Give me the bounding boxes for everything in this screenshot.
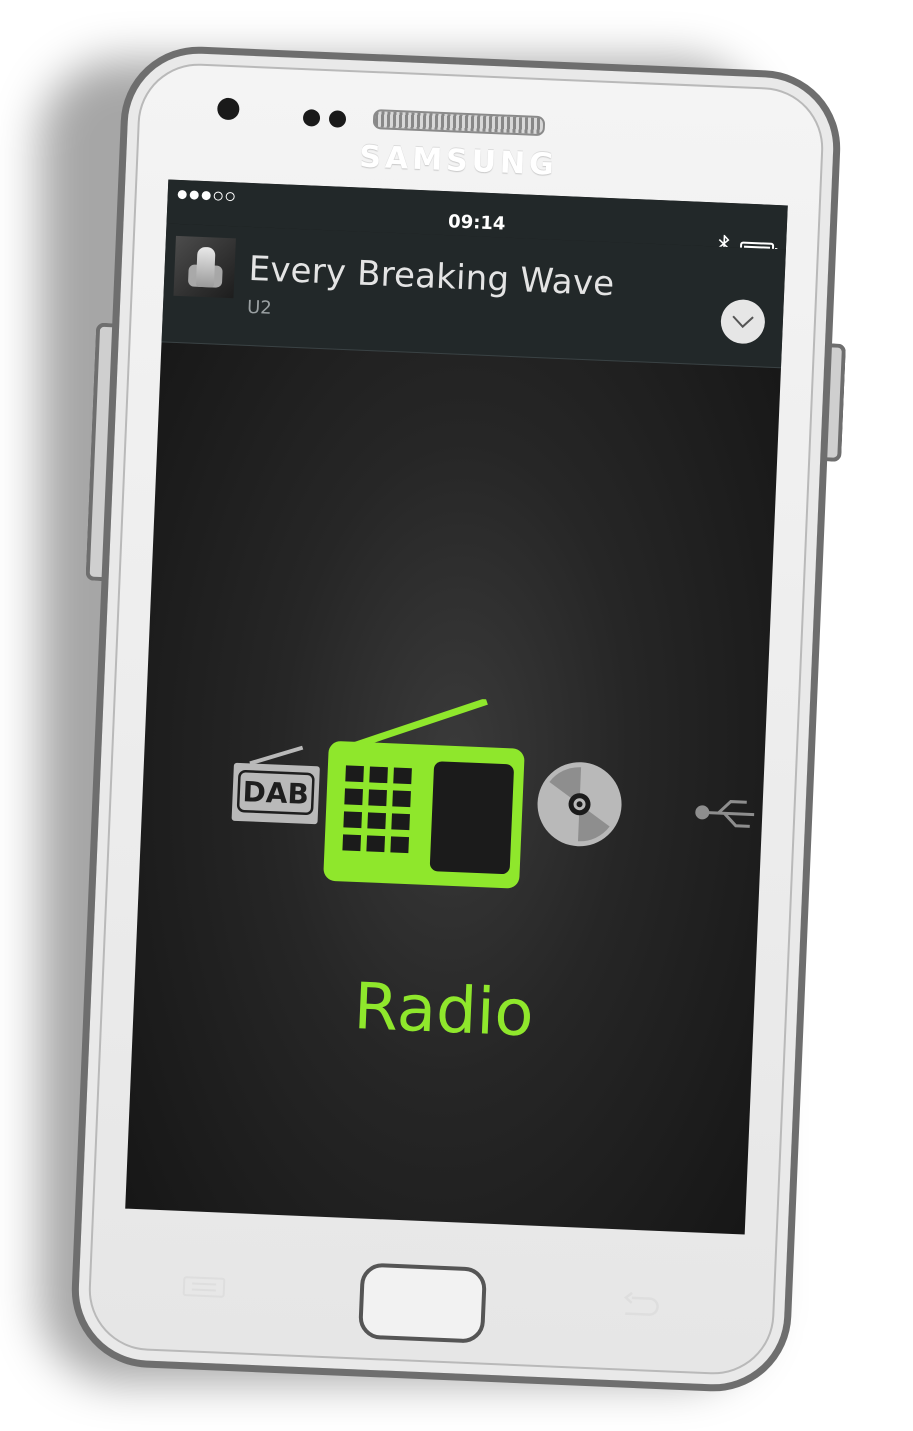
source-dab[interactable]: DAB [229,741,325,831]
track-title: Every Breaking Wave [247,248,616,305]
home-button[interactable] [357,1262,488,1344]
signal-dot [189,190,199,200]
signal-dot [177,189,187,200]
back-key-icon[interactable] [619,1291,660,1319]
album-art-figure [195,246,216,288]
source-usb[interactable] [693,792,755,838]
source-carousel[interactable]: DAB Radio [125,341,781,1234]
signal-dot [225,191,235,202]
dab-icon: DAB [231,745,320,825]
cd-icon [537,762,622,847]
menu-key-icon[interactable] [182,1275,227,1299]
dab-text: DAB [242,775,310,811]
selected-source-label: Radio [352,970,536,1052]
app-screen: 09:14 Every Breaking Wave U2 DAB Radio [125,179,788,1235]
device-mockup: SAMSUNG 09:14 Every Breaking Wave U2 DAB… [0,0,913,1431]
signal-dot [213,191,223,201]
source-radio[interactable] [318,693,530,905]
album-art[interactable] [173,235,236,299]
phone: SAMSUNG 09:14 Every Breaking Wave U2 DAB… [68,43,847,1395]
radio-icon [323,697,525,889]
track-artist: U2 [246,296,273,319]
chevron-down-icon [732,315,754,329]
source-cd[interactable] [533,757,627,855]
signal-dot [201,190,211,201]
collapse-button[interactable] [719,298,766,345]
usb-icon [695,800,755,828]
